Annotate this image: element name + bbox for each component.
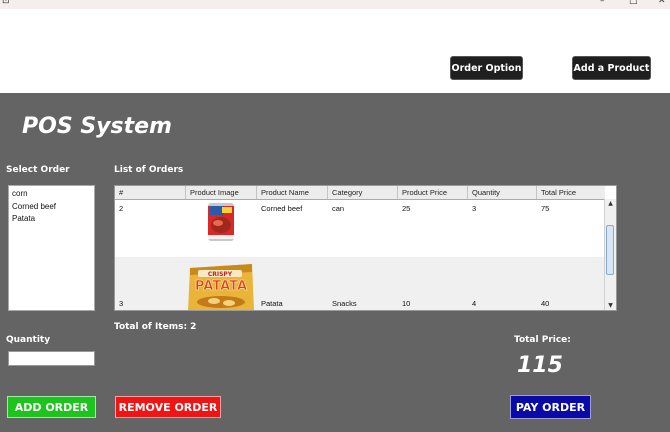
column-header-product-image[interactable]: Product Image bbox=[186, 186, 257, 199]
orders-table[interactable]: # Product Image Product Name Category Pr… bbox=[114, 185, 617, 311]
top-toolbar: Order Option Add a Product bbox=[0, 9, 670, 93]
column-header-category[interactable]: Category bbox=[328, 186, 398, 199]
list-of-orders-label: List of Orders bbox=[114, 165, 184, 175]
main-panel: POS System Select Order List of Orders c… bbox=[0, 93, 670, 432]
cell-quantity: 3 bbox=[472, 204, 477, 213]
table-row[interactable]: 2 Corned beef can 25 3 75 bbox=[115, 200, 605, 257]
column-header-total-price[interactable]: Total Price bbox=[537, 186, 605, 199]
quantity-input[interactable] bbox=[8, 351, 95, 366]
table-row[interactable]: 3 CRISPY PATATA Patata Snacks 10 4 40 bbox=[115, 257, 605, 310]
column-header-product-name[interactable]: Product Name bbox=[257, 186, 328, 199]
select-order-list[interactable]: corn Corned beef Patata bbox=[8, 185, 95, 311]
scroll-up-icon[interactable]: ▲ bbox=[605, 199, 616, 209]
select-order-label: Select Order bbox=[6, 165, 70, 175]
total-items-label: Total of Items: 2 bbox=[114, 322, 197, 332]
svg-text:CRISPY: CRISPY bbox=[208, 271, 233, 278]
list-item[interactable]: Corned beef bbox=[12, 201, 91, 214]
cell-quantity: 4 bbox=[472, 299, 477, 308]
column-header-number[interactable]: # bbox=[115, 186, 186, 199]
window-titlebar: ⊡ – □ ✕ bbox=[0, 0, 670, 9]
add-product-button[interactable]: Add a Product bbox=[572, 56, 651, 80]
scroll-down-icon[interactable]: ▼ bbox=[605, 301, 616, 310]
order-option-button[interactable]: Order Option bbox=[450, 56, 523, 80]
corned-beef-can-image bbox=[204, 202, 238, 242]
maximize-icon[interactable]: □ bbox=[629, 0, 638, 6]
cell-product-price: 10 bbox=[402, 299, 411, 308]
add-order-button[interactable]: ADD ORDER bbox=[7, 396, 96, 418]
cell-category: can bbox=[332, 204, 345, 213]
quantity-label: Quantity bbox=[6, 335, 51, 345]
cell-total-price: 40 bbox=[541, 299, 550, 308]
cell-number: 3 bbox=[119, 299, 124, 308]
pay-order-button[interactable]: PAY ORDER bbox=[510, 395, 591, 419]
cell-number: 2 bbox=[119, 204, 124, 213]
close-icon[interactable]: ✕ bbox=[658, 0, 666, 6]
app-window-icon: ⊡ bbox=[2, 0, 10, 6]
total-price-label: Total Price: bbox=[514, 335, 571, 345]
svg-text:PATATA: PATATA bbox=[195, 279, 247, 294]
remove-order-button[interactable]: REMOVE ORDER bbox=[115, 396, 221, 418]
column-header-product-price[interactable]: Product Price bbox=[398, 186, 468, 199]
cell-product-name: Patata bbox=[261, 299, 283, 308]
patata-chips-image: CRISPY PATATA bbox=[186, 260, 256, 310]
table-header: # Product Image Product Name Category Pr… bbox=[115, 186, 605, 200]
column-header-quantity[interactable]: Quantity bbox=[468, 186, 537, 199]
app-title: POS System bbox=[22, 114, 172, 139]
total-price-value: 115 bbox=[517, 353, 563, 378]
minimize-icon[interactable]: – bbox=[600, 0, 605, 6]
list-item[interactable]: Patata bbox=[12, 213, 91, 226]
list-item[interactable]: corn bbox=[12, 188, 91, 201]
scroll-thumb[interactable] bbox=[606, 225, 614, 275]
cell-category: Snacks bbox=[332, 299, 357, 308]
cell-product-price: 25 bbox=[402, 204, 411, 213]
cell-total-price: 75 bbox=[541, 204, 550, 213]
cell-product-name: Corned beef bbox=[261, 204, 303, 213]
table-scrollbar[interactable]: ▲ ▼ bbox=[604, 199, 616, 310]
